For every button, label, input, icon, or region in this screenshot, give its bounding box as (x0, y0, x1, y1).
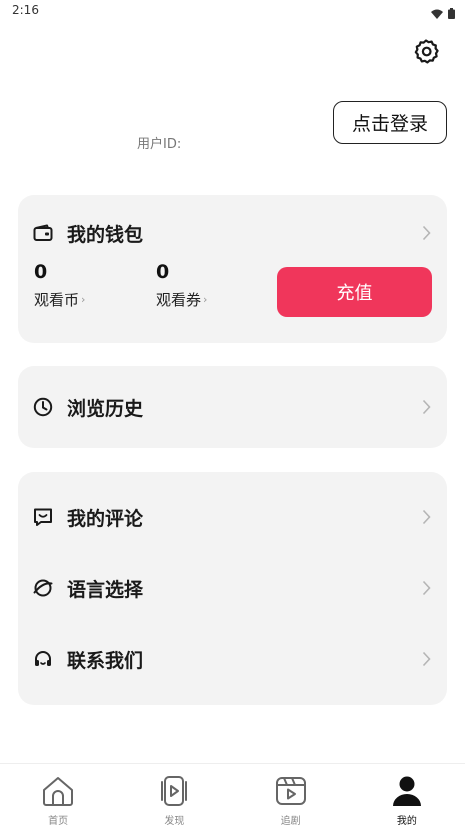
status-icons (431, 4, 455, 23)
tab-label: 发现 (164, 816, 185, 827)
coupons-label: 观看券 (156, 291, 202, 309)
menu-item-label: 我的评论 (67, 507, 144, 530)
menu-item-language[interactable]: 语言选择 (18, 568, 447, 608)
coins-stat[interactable]: 0 观看币 › (34, 261, 85, 310)
profile-icon (390, 774, 424, 808)
coins-label: 观看币 (34, 291, 80, 309)
coupons-value: 0 (156, 261, 170, 283)
chevron-right-icon: › (203, 293, 208, 306)
tab-discover[interactable]: 发现 (116, 764, 232, 828)
history-label: 浏览历史 (67, 397, 144, 420)
coupons-label-row: 观看券 › (156, 289, 207, 310)
tab-label: 追剧 (280, 816, 301, 827)
coins-value: 0 (34, 261, 48, 283)
tab-label: 首页 (48, 816, 69, 827)
wallet-title: 我的钱包 (67, 223, 144, 246)
chevron-right-icon (419, 397, 433, 417)
home-icon (41, 774, 75, 808)
tab-profile[interactable]: 我的 (349, 764, 465, 828)
wallet-card: 我的钱包 0 观看币 › 0 观看券 › 充值 (18, 195, 447, 343)
discover-icon (157, 774, 191, 808)
wallet-row[interactable]: 我的钱包 (18, 213, 447, 253)
wifi-icon (431, 4, 443, 23)
menu-card: 我的评论 语言选择 联系我们 (18, 472, 447, 705)
settings-button[interactable] (410, 38, 442, 70)
globe-icon (32, 577, 54, 599)
history-card: 浏览历史 (18, 366, 447, 448)
series-icon (274, 774, 308, 808)
menu-item-contact[interactable]: 联系我们 (18, 639, 447, 679)
battery-icon (448, 4, 455, 23)
gear-icon (412, 38, 440, 70)
recharge-button[interactable]: 充值 (277, 267, 432, 317)
comment-icon (32, 506, 54, 528)
tab-label: 我的 (396, 816, 417, 827)
user-id-label: 用户ID: (137, 137, 182, 152)
menu-item-label: 语言选择 (67, 578, 144, 601)
chevron-right-icon: › (81, 293, 86, 306)
status-bar: 2:16 (0, 0, 465, 22)
tab-series[interactable]: 追剧 (233, 764, 349, 828)
status-time: 2:16 (12, 3, 39, 17)
chevron-right-icon (419, 649, 433, 669)
chevron-right-icon (419, 223, 433, 243)
clock-icon (32, 396, 54, 418)
tab-home[interactable]: 首页 (0, 764, 116, 828)
chevron-right-icon (419, 507, 433, 527)
history-row[interactable]: 浏览历史 (18, 387, 447, 427)
menu-item-comments[interactable]: 我的评论 (18, 497, 447, 537)
headset-icon (32, 648, 54, 670)
menu-item-label: 联系我们 (67, 649, 144, 672)
login-button[interactable]: 点击登录 (333, 101, 447, 144)
coupons-stat[interactable]: 0 观看券 › (156, 261, 207, 310)
chevron-right-icon (419, 578, 433, 598)
coins-label-row: 观看币 › (34, 289, 85, 310)
wallet-icon (32, 222, 54, 244)
bottom-tab-bar: 首页 发现 追剧 我的 (0, 763, 465, 828)
